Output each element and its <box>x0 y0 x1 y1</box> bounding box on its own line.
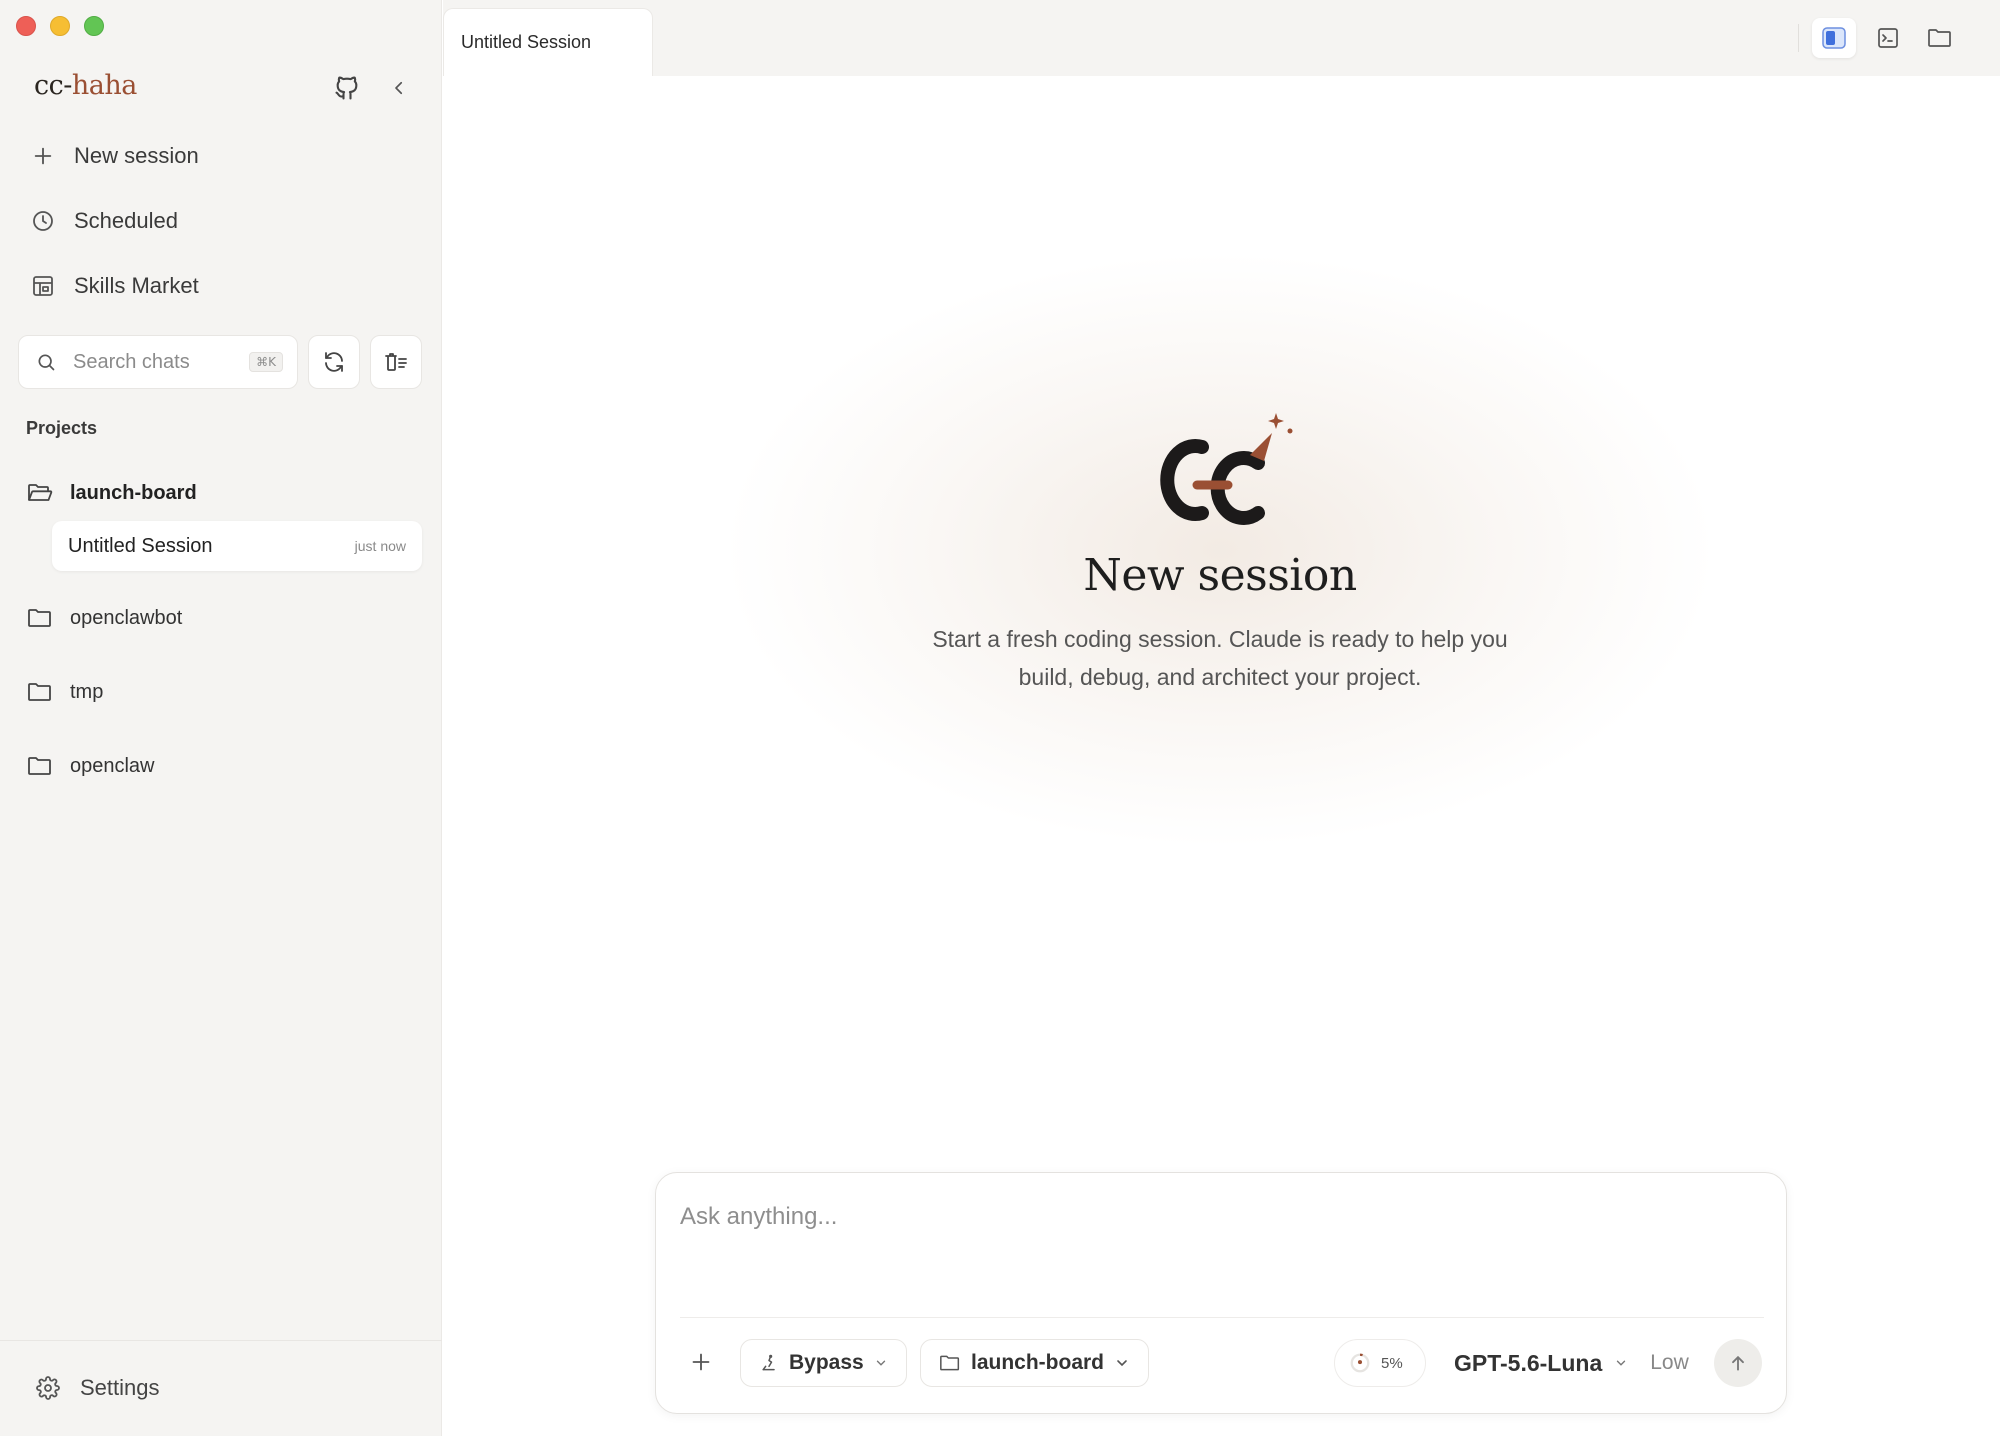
close-window-button[interactable] <box>16 16 36 36</box>
clear-chats-button[interactable] <box>370 335 422 389</box>
settings-label: Settings <box>80 1375 160 1400</box>
nav-label: New session <box>74 143 199 168</box>
context-ring-icon <box>1350 1353 1370 1373</box>
tab-label: Untitled Session <box>461 32 592 52</box>
trash-list-icon <box>385 353 407 371</box>
terminal-button[interactable] <box>1866 18 1910 58</box>
folder-open-icon <box>26 479 54 507</box>
plus-icon <box>30 143 56 169</box>
project-tmp[interactable]: tmp <box>26 672 103 712</box>
plus-icon <box>692 1353 710 1371</box>
project-selector-value: launch-board <box>971 1351 1105 1374</box>
terminal-icon <box>1878 28 1898 48</box>
model-selector[interactable]: GPT-5.6-Luna Low <box>1454 1345 1689 1381</box>
skills-market-button[interactable]: Skills Market <box>30 264 199 308</box>
refresh-icon <box>325 352 343 372</box>
permission-mode-value: Bypass <box>789 1351 864 1374</box>
window-controls <box>16 16 104 36</box>
settings-button[interactable]: Settings <box>34 1368 160 1408</box>
search-chats[interactable]: ⌘K <box>18 335 298 389</box>
effort-level[interactable]: Low <box>1650 1351 1689 1375</box>
page-title: New session <box>1083 550 1357 601</box>
clock-icon <box>30 208 56 234</box>
session-name: Untitled Session <box>68 534 213 557</box>
message-composer: Bypass launch-board 5% GPT-5.6-Luna Low <box>655 1172 1787 1414</box>
folder-icon <box>940 1355 960 1371</box>
scheduled-button[interactable]: Scheduled <box>30 199 178 243</box>
minimize-window-button[interactable] <box>50 16 70 36</box>
sidebar-divider <box>0 1340 442 1341</box>
new-session-button[interactable]: New session <box>30 134 199 178</box>
toolbar-divider <box>1798 24 1799 52</box>
tab-bar <box>443 0 2000 76</box>
project-launch-board[interactable]: launch-board <box>26 473 197 513</box>
project-name: openclawbot <box>70 606 183 629</box>
arrow-up-icon <box>1732 1356 1744 1371</box>
chevron-left-icon <box>395 81 403 95</box>
gear-icon <box>34 1374 62 1402</box>
project-name: openclaw <box>70 754 155 777</box>
cc-logo-icon <box>1160 413 1293 525</box>
composer-divider <box>680 1317 1764 1318</box>
page-subtitle: Start a fresh coding session. Claude is … <box>900 620 1540 696</box>
panel-toggle-button[interactable] <box>1812 18 1856 58</box>
store-icon <box>30 273 56 299</box>
folder-icon <box>26 678 54 706</box>
folder-icon <box>26 752 54 780</box>
subtitle-line: Start a fresh coding session. Claude is … <box>932 626 1508 652</box>
project-selector-dropdown[interactable]: launch-board <box>920 1339 1150 1387</box>
chevron-down-icon <box>1117 1360 1127 1367</box>
projects-heading: Projects <box>26 418 98 438</box>
panel-icon <box>1822 27 1846 49</box>
search-shortcut: ⌘K <box>249 352 283 372</box>
refresh-button[interactable] <box>308 335 360 389</box>
add-attachment-button[interactable] <box>686 1347 716 1377</box>
bypass-icon <box>762 1354 775 1371</box>
folder-icon <box>1928 29 1951 47</box>
session-item[interactable]: Untitled Session just now <box>52 521 422 571</box>
zoom-window-button[interactable] <box>84 16 104 36</box>
project-name: tmp <box>70 680 104 703</box>
chevron-down-icon <box>1617 1360 1626 1366</box>
context-usage-value: 5% <box>1381 1354 1403 1372</box>
project-openclawbot[interactable]: openclawbot <box>26 598 182 638</box>
search-icon <box>33 349 59 375</box>
message-input[interactable] <box>680 1203 1760 1263</box>
nav-label: Scheduled <box>74 208 178 233</box>
context-usage-indicator[interactable]: 5% <box>1334 1339 1426 1387</box>
folder-icon <box>26 604 54 632</box>
search-input[interactable] <box>73 350 233 374</box>
tab-untitled-session[interactable]: Untitled Session <box>443 8 653 76</box>
collapse-sidebar-button[interactable] <box>387 76 411 100</box>
project-openclaw[interactable]: openclaw <box>26 746 155 786</box>
folder-button[interactable] <box>1918 18 1962 58</box>
nav-label: Skills Market <box>74 273 199 298</box>
permission-mode-dropdown[interactable]: Bypass <box>740 1339 907 1387</box>
model-name: GPT-5.6-Luna <box>1454 1349 1603 1376</box>
session-time: just now <box>354 538 406 554</box>
chevron-down-icon <box>876 1360 885 1366</box>
sidebar: cc-haha New session Scheduled Skills Mar… <box>0 0 442 1436</box>
github-icon[interactable] <box>332 73 362 103</box>
project-name: launch-board <box>70 481 197 504</box>
send-button[interactable] <box>1714 1339 1762 1387</box>
subtitle-line: build, debug, and architect your project… <box>1018 664 1422 690</box>
app-logo: cc-haha <box>34 70 137 101</box>
